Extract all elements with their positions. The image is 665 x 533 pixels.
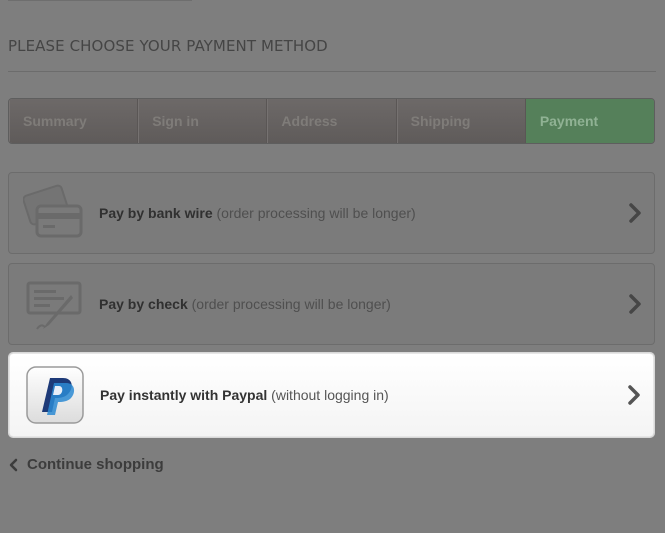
step-summary[interactable]: Summary [9, 99, 139, 143]
heading-divider [8, 71, 656, 72]
payment-option-bank-wire[interactable]: Pay by bank wire (order processing will … [8, 172, 655, 254]
bank-card-icon [9, 173, 99, 253]
paypal-logo-icon [10, 354, 100, 436]
payment-option-check[interactable]: Pay by check (order processing will be l… [8, 263, 655, 345]
check-label: Pay by check [99, 296, 188, 312]
top-divider [8, 0, 192, 1]
step-payment[interactable]: Payment [525, 99, 654, 143]
paypal-label: Pay instantly with Paypal [100, 387, 268, 403]
check-note: (order processing will be longer) [191, 296, 391, 312]
chevron-right-icon [629, 294, 641, 314]
continue-shopping-link[interactable]: Continue shopping [8, 456, 164, 473]
chevron-right-icon [629, 203, 641, 223]
bank-wire-label: Pay by bank wire [99, 205, 213, 221]
step-sign-in[interactable]: Sign in [138, 99, 268, 143]
step-address[interactable]: Address [267, 99, 397, 143]
paypal-note: (without logging in) [271, 387, 389, 403]
bank-wire-note: (order processing will be longer) [216, 205, 416, 221]
checkout-steps: Summary Sign in Address Shipping Payment [8, 98, 655, 144]
check-pen-icon [9, 264, 99, 344]
page-title: PLEASE CHOOSE YOUR PAYMENT METHOD [8, 37, 328, 55]
chevron-left-icon [9, 458, 18, 471]
payment-option-paypal[interactable]: Pay instantly with Paypal (without loggi… [9, 353, 654, 437]
chevron-right-icon [628, 385, 640, 405]
step-shipping[interactable]: Shipping [396, 99, 526, 143]
continue-shopping-label: Continue shopping [27, 456, 164, 473]
